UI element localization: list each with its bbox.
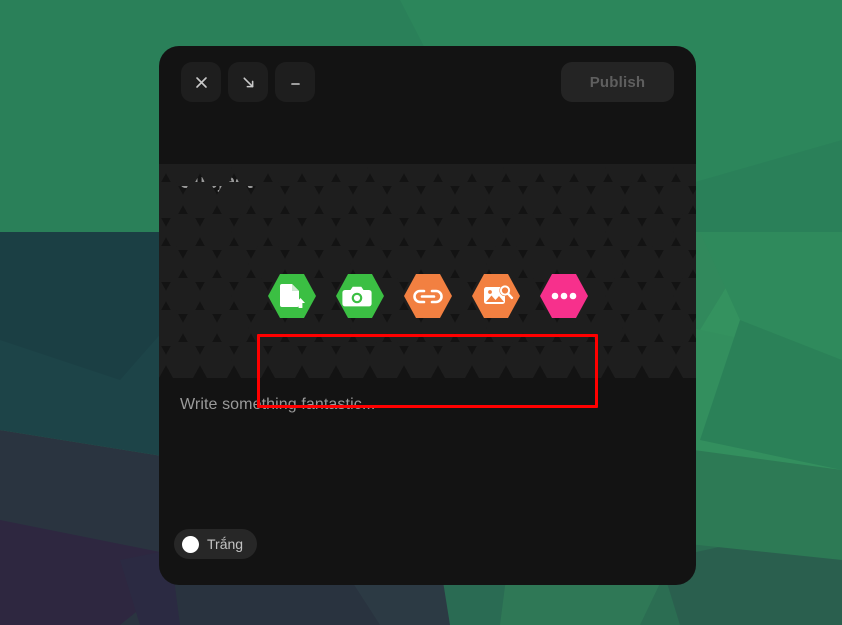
minimize-icon	[288, 75, 303, 90]
more-options-button[interactable]	[540, 274, 588, 318]
composer-dialog: Publish Subject	[159, 46, 696, 585]
ellipsis-icon	[551, 292, 577, 300]
close-button[interactable]	[181, 62, 221, 102]
publish-button[interactable]: Publish	[561, 62, 674, 102]
expand-arrow-icon	[241, 75, 256, 90]
theme-chip[interactable]: Trắng	[174, 529, 258, 559]
color-swatch-icon	[182, 535, 199, 553]
theme-chip-label: Trắng	[207, 536, 244, 552]
minimize-button[interactable]	[275, 62, 315, 102]
search-image-button[interactable]	[472, 274, 520, 318]
expand-button[interactable]	[228, 62, 268, 102]
insert-link-button[interactable]	[404, 274, 452, 318]
close-icon	[194, 75, 209, 90]
hexagon-toolbar-grid	[159, 164, 696, 408]
message-body-input[interactable]: Write something fantastic...	[180, 396, 375, 414]
toolbar-actions	[268, 274, 588, 318]
attach-file-button[interactable]	[268, 274, 316, 318]
composer-titlebar: Publish	[159, 46, 696, 118]
desktop: Publish Subject	[0, 0, 842, 625]
take-photo-button[interactable]	[336, 274, 384, 318]
